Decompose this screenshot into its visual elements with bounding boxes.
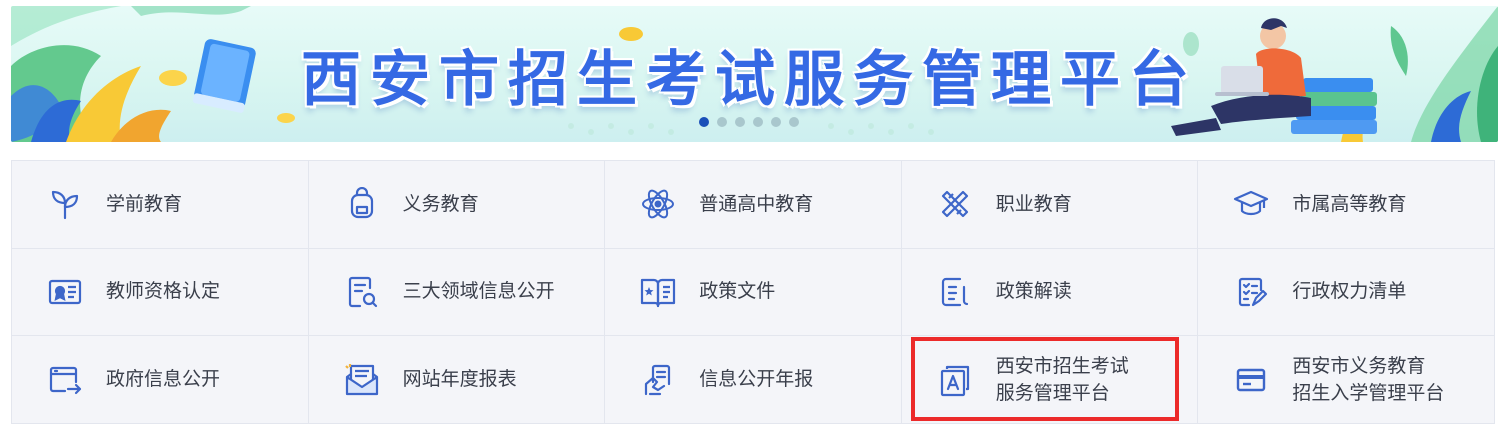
graduation-cap-icon [1232,185,1270,223]
backpack-icon [343,185,381,223]
grid-item-label: 职业教育 [995,192,1072,215]
grid-item-label: 学前教育 [106,192,183,215]
certificate-icon [46,273,84,311]
browser-window-arrow-icon [46,361,84,399]
carousel-dot[interactable] [753,117,763,127]
grid-item-power-list[interactable]: 行政权力清单 [1198,248,1495,337]
service-grid: 学前教育 义务教育 普通高中教育 职业教育 市属高等教育 教师资格认定 三大领域… [11,160,1495,424]
grid-item-label: 义务教育 [402,192,479,215]
open-book-star-icon [639,273,677,311]
grid-item-compulsory[interactable]: 义务教育 [308,161,606,249]
grid-item-higher-education[interactable]: 市属高等教育 [1198,161,1495,249]
banner-title: 西安市招生考试服务管理平台 [301,45,1198,115]
grid-item-label: 市属高等教育 [1292,192,1407,215]
envelope-report-icon [343,361,381,399]
grid-item-label: 信息公开年报 [699,368,814,391]
grid-item-teacher-qualification[interactable]: 教师资格认定 [12,248,309,337]
grid-item-vocational[interactable]: 职业教育 [901,161,1199,249]
grid-item-label: 三大领域信息公开 [402,280,555,303]
carousel-indicators [699,117,799,127]
carousel-dot[interactable] [717,117,727,127]
grid-item-label: 西安市招生考试 服务管理平台 [995,354,1129,404]
tools-cross-icon [936,185,974,223]
sprout-icon [46,185,84,223]
exam-paper-a-icon [936,361,974,399]
grid-item-policy-interpretation[interactable]: 政策解读 [901,248,1199,337]
document-search-icon [343,273,381,311]
carousel-dot[interactable] [789,117,799,127]
checklist-icon [1232,273,1270,311]
grid-item-info-disclosure-report[interactable]: 信息公开年报 [605,336,902,424]
grid-item-label: 西安市义务教育 招生入学管理平台 [1292,354,1445,404]
grid-item-label: 政策解读 [995,280,1072,303]
grid-item-annual-report[interactable]: 网站年度报表 [308,336,606,424]
grid-item-highschool[interactable]: 普通高中教育 [605,161,902,249]
carousel-dot[interactable] [771,117,781,127]
grid-item-policy-documents[interactable]: 政策文件 [605,248,902,337]
carousel-dot[interactable] [699,117,709,127]
grid-item-government-info[interactable]: 政府信息公开 [12,336,309,424]
grid-item-exam-platform[interactable]: 西安市招生考试 服务管理平台 [901,336,1199,424]
banner-carousel[interactable]: 西安市招生考试服务管理平台 [11,6,1498,142]
atom-icon [639,185,677,223]
grid-item-label: 政府信息公开 [106,368,221,391]
grid-item-preschool[interactable]: 学前教育 [12,161,309,249]
grid-item-label: 教师资格认定 [106,280,221,303]
carousel-dot[interactable] [735,117,745,127]
grid-item-label: 行政权力清单 [1292,280,1407,303]
grid-item-label: 普通高中教育 [699,192,814,215]
grid-item-label: 政策文件 [699,280,776,303]
grid-item-enrollment-platform[interactable]: 西安市义务教育 招生入学管理平台 [1198,336,1495,424]
hand-document-icon [639,361,677,399]
card-window-icon [1232,361,1270,399]
grid-item-three-domains[interactable]: 三大领域信息公开 [308,248,606,337]
grid-item-label: 网站年度报表 [402,368,517,391]
document-read-icon [936,273,974,311]
